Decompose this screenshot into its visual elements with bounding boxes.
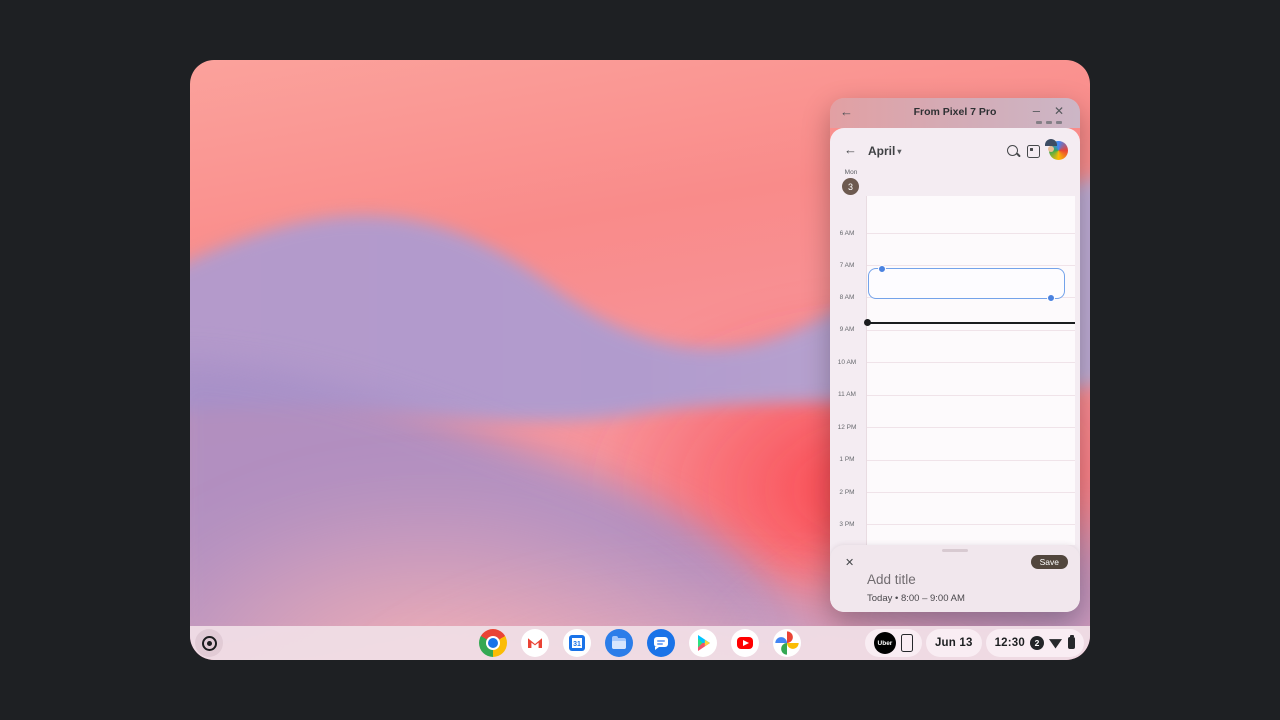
photos-icon[interactable] (773, 629, 801, 657)
time-label: 9 AM (830, 326, 864, 333)
calendar-back-icon[interactable]: ← (844, 142, 857, 157)
notification-count-badge: 2 (1030, 636, 1044, 650)
time-label: 12 PM (830, 424, 864, 431)
phone-hub-window: ← From Pixel 7 Pro – ✕ ← April▾ Mon 3 (830, 98, 1080, 612)
calendar-header: ← April▾ (830, 128, 1080, 172)
hour-line (867, 233, 1075, 234)
wifi-icon (1049, 638, 1062, 649)
screen: ← From Pixel 7 Pro – ✕ ← April▾ Mon 3 (0, 0, 1280, 720)
chevron-down-icon: ▾ (897, 147, 901, 156)
time-label: 10 AM (830, 359, 864, 366)
time-label: 1 PM (830, 456, 864, 463)
today-calendar-icon[interactable] (1027, 145, 1040, 158)
search-icon[interactable] (1007, 145, 1018, 156)
shelf-apps: 31 (479, 629, 801, 657)
phone-hub-tray-button[interactable]: Uber (865, 629, 922, 657)
hour-line (867, 427, 1075, 428)
chat-bubble (654, 637, 668, 647)
files-icon[interactable] (605, 629, 633, 657)
new-event-block[interactable] (868, 268, 1065, 299)
minimize-button[interactable]: – (1033, 103, 1040, 118)
day-grid[interactable] (866, 196, 1075, 545)
date-tray-button[interactable]: Jun 13 (926, 629, 982, 657)
messages-icon[interactable] (647, 629, 675, 657)
launcher-button[interactable] (195, 629, 223, 657)
youtube-play-rect (737, 637, 753, 649)
weekday-label: Mon (842, 169, 860, 176)
folder-front (612, 641, 626, 649)
play-store-icon[interactable] (689, 629, 717, 657)
sheet-drag-handle[interactable] (942, 549, 968, 552)
svg-text:31: 31 (573, 641, 581, 648)
hour-line (867, 395, 1075, 396)
gmail-icon[interactable] (521, 629, 549, 657)
window-title: From Pixel 7 Pro (830, 106, 1080, 118)
event-time-summary: Today • 8:00 – 9:00 AM (867, 593, 965, 604)
event-resize-handle-bottom[interactable] (1047, 294, 1055, 302)
youtube-icon[interactable] (731, 629, 759, 657)
account-avatar[interactable] (1049, 141, 1068, 160)
hour-line (867, 330, 1075, 331)
phone-statusbar-icons (1036, 121, 1062, 124)
hour-line (867, 265, 1075, 266)
hour-line (867, 362, 1075, 363)
close-button[interactable]: ✕ (1054, 104, 1064, 118)
selected-day-badge[interactable]: 3 (842, 178, 859, 195)
event-edit-sheet: ✕ Save Add title Today • 8:00 – 9:00 AM (830, 545, 1080, 612)
event-title-input[interactable]: Add title (867, 572, 916, 587)
calendar-app: ← April▾ Mon 3 6 AM 7 AM 8 AM 9 AM 10 AM… (830, 128, 1080, 612)
time-label: 7 AM (830, 262, 864, 269)
uber-notification-icon: Uber (874, 632, 896, 654)
chrome-icon[interactable] (479, 629, 507, 657)
launcher-icon (202, 636, 217, 651)
tray-time: 12:30 (995, 637, 1025, 649)
time-label: 2 PM (830, 489, 864, 496)
tray-date: Jun 13 (935, 637, 973, 649)
window-titlebar[interactable]: ← From Pixel 7 Pro – ✕ (830, 98, 1080, 128)
event-resize-handle-top[interactable] (878, 265, 886, 273)
current-time-dot (864, 319, 871, 326)
chromeos-desktop: ← From Pixel 7 Pro – ✕ ← April▾ Mon 3 (190, 60, 1090, 660)
month-label: April (868, 144, 895, 158)
phone-icon (901, 634, 913, 652)
status-tray: Uber Jun 13 12:30 2 (865, 629, 1084, 657)
current-time-indicator (867, 322, 1075, 324)
battery-icon (1068, 637, 1075, 649)
month-dropdown[interactable]: April▾ (868, 144, 901, 158)
time-label: 8 AM (830, 294, 864, 301)
sheet-close-icon[interactable]: ✕ (845, 556, 854, 569)
calendar-app-icon[interactable]: 31 (563, 629, 591, 657)
hour-line (867, 492, 1075, 493)
time-label: 6 AM (830, 230, 864, 237)
time-label: 11 AM (830, 391, 864, 398)
hour-line (867, 524, 1075, 525)
shelf: 31 (190, 626, 1090, 660)
save-button[interactable]: Save (1031, 555, 1068, 569)
hour-line (867, 460, 1075, 461)
time-label: 3 PM (830, 521, 864, 528)
quick-settings-button[interactable]: 12:30 2 (986, 629, 1084, 657)
